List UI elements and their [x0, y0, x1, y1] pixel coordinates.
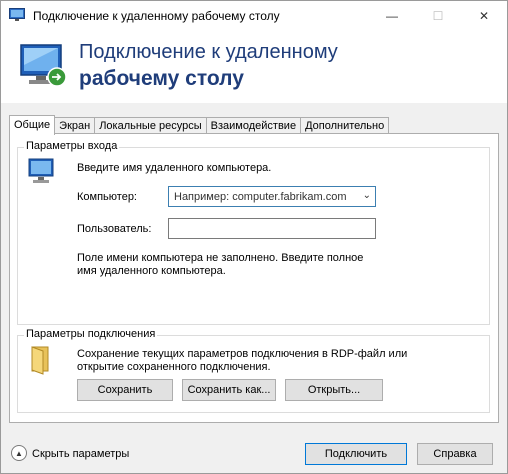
connection-desc-line2: открытие сохраненного подключения.	[77, 361, 271, 373]
maximize-button[interactable]: ☐	[415, 1, 461, 31]
tab-strip: Общие Экран Локальные ресурсы Взаимодейс…	[9, 115, 390, 135]
chevron-down-icon[interactable]: ⌄	[363, 190, 371, 201]
connection-group-label: Параметры подключения	[24, 328, 158, 340]
login-group-label: Параметры входа	[24, 140, 120, 152]
collapse-options-icon[interactable]: ▲	[11, 445, 27, 461]
warning-line2: имя удаленного компьютера.	[77, 265, 226, 277]
user-input[interactable]	[168, 218, 376, 239]
dialog-header: Подключение к удаленному рабочему столу	[1, 31, 507, 103]
remote-desktop-small-icon	[9, 8, 25, 21]
save-button[interactable]: Сохранить	[77, 379, 173, 401]
computer-combobox[interactable]: Например: computer.fabrikam.com ⌄	[168, 186, 376, 207]
computer-icon	[28, 158, 54, 183]
remote-desktop-icon	[20, 44, 67, 87]
open-button[interactable]: Открыть...	[285, 379, 383, 401]
folder-icon	[31, 346, 49, 375]
title-bar[interactable]: Подключение к удаленному рабочему столу …	[1, 1, 507, 31]
connect-button[interactable]: Подключить	[305, 443, 407, 465]
hide-options-link[interactable]: Скрыть параметры	[32, 448, 129, 460]
tab-experience[interactable]: Взаимодействие	[205, 117, 302, 134]
tab-panel-general: Параметры входа Введите имя удаленного к…	[9, 133, 499, 423]
login-prompt: Введите имя удаленного компьютера.	[77, 162, 272, 174]
header-title-line2: рабочему столу	[79, 67, 244, 90]
tab-general[interactable]: Общие	[9, 115, 56, 135]
connection-settings-group: Параметры подключения	[17, 328, 490, 413]
header-title-line1: Подключение к удаленному	[79, 41, 338, 63]
tab-local-resources[interactable]: Локальные ресурсы	[94, 117, 207, 134]
window-title: Подключение к удаленному рабочему столу	[33, 9, 280, 23]
close-button[interactable]: ✕	[461, 1, 507, 31]
help-button[interactable]: Справка	[417, 443, 493, 465]
computer-label: Компьютер:	[77, 191, 137, 203]
user-label: Пользователь:	[77, 223, 152, 235]
computer-combobox-value: Например: computer.fabrikam.com	[174, 191, 347, 203]
tab-advanced[interactable]: Дополнительно	[300, 117, 390, 134]
minimize-button[interactable]: —	[369, 1, 415, 31]
rdp-window: Подключение к удаленному рабочему столу …	[0, 0, 508, 474]
tab-display[interactable]: Экран	[54, 117, 96, 134]
warning-line1: Поле имени компьютера не заполнено. Введ…	[77, 252, 364, 264]
connection-desc-line1: Сохранение текущих параметров подключени…	[77, 348, 408, 360]
save-as-button[interactable]: Сохранить как...	[182, 379, 276, 401]
